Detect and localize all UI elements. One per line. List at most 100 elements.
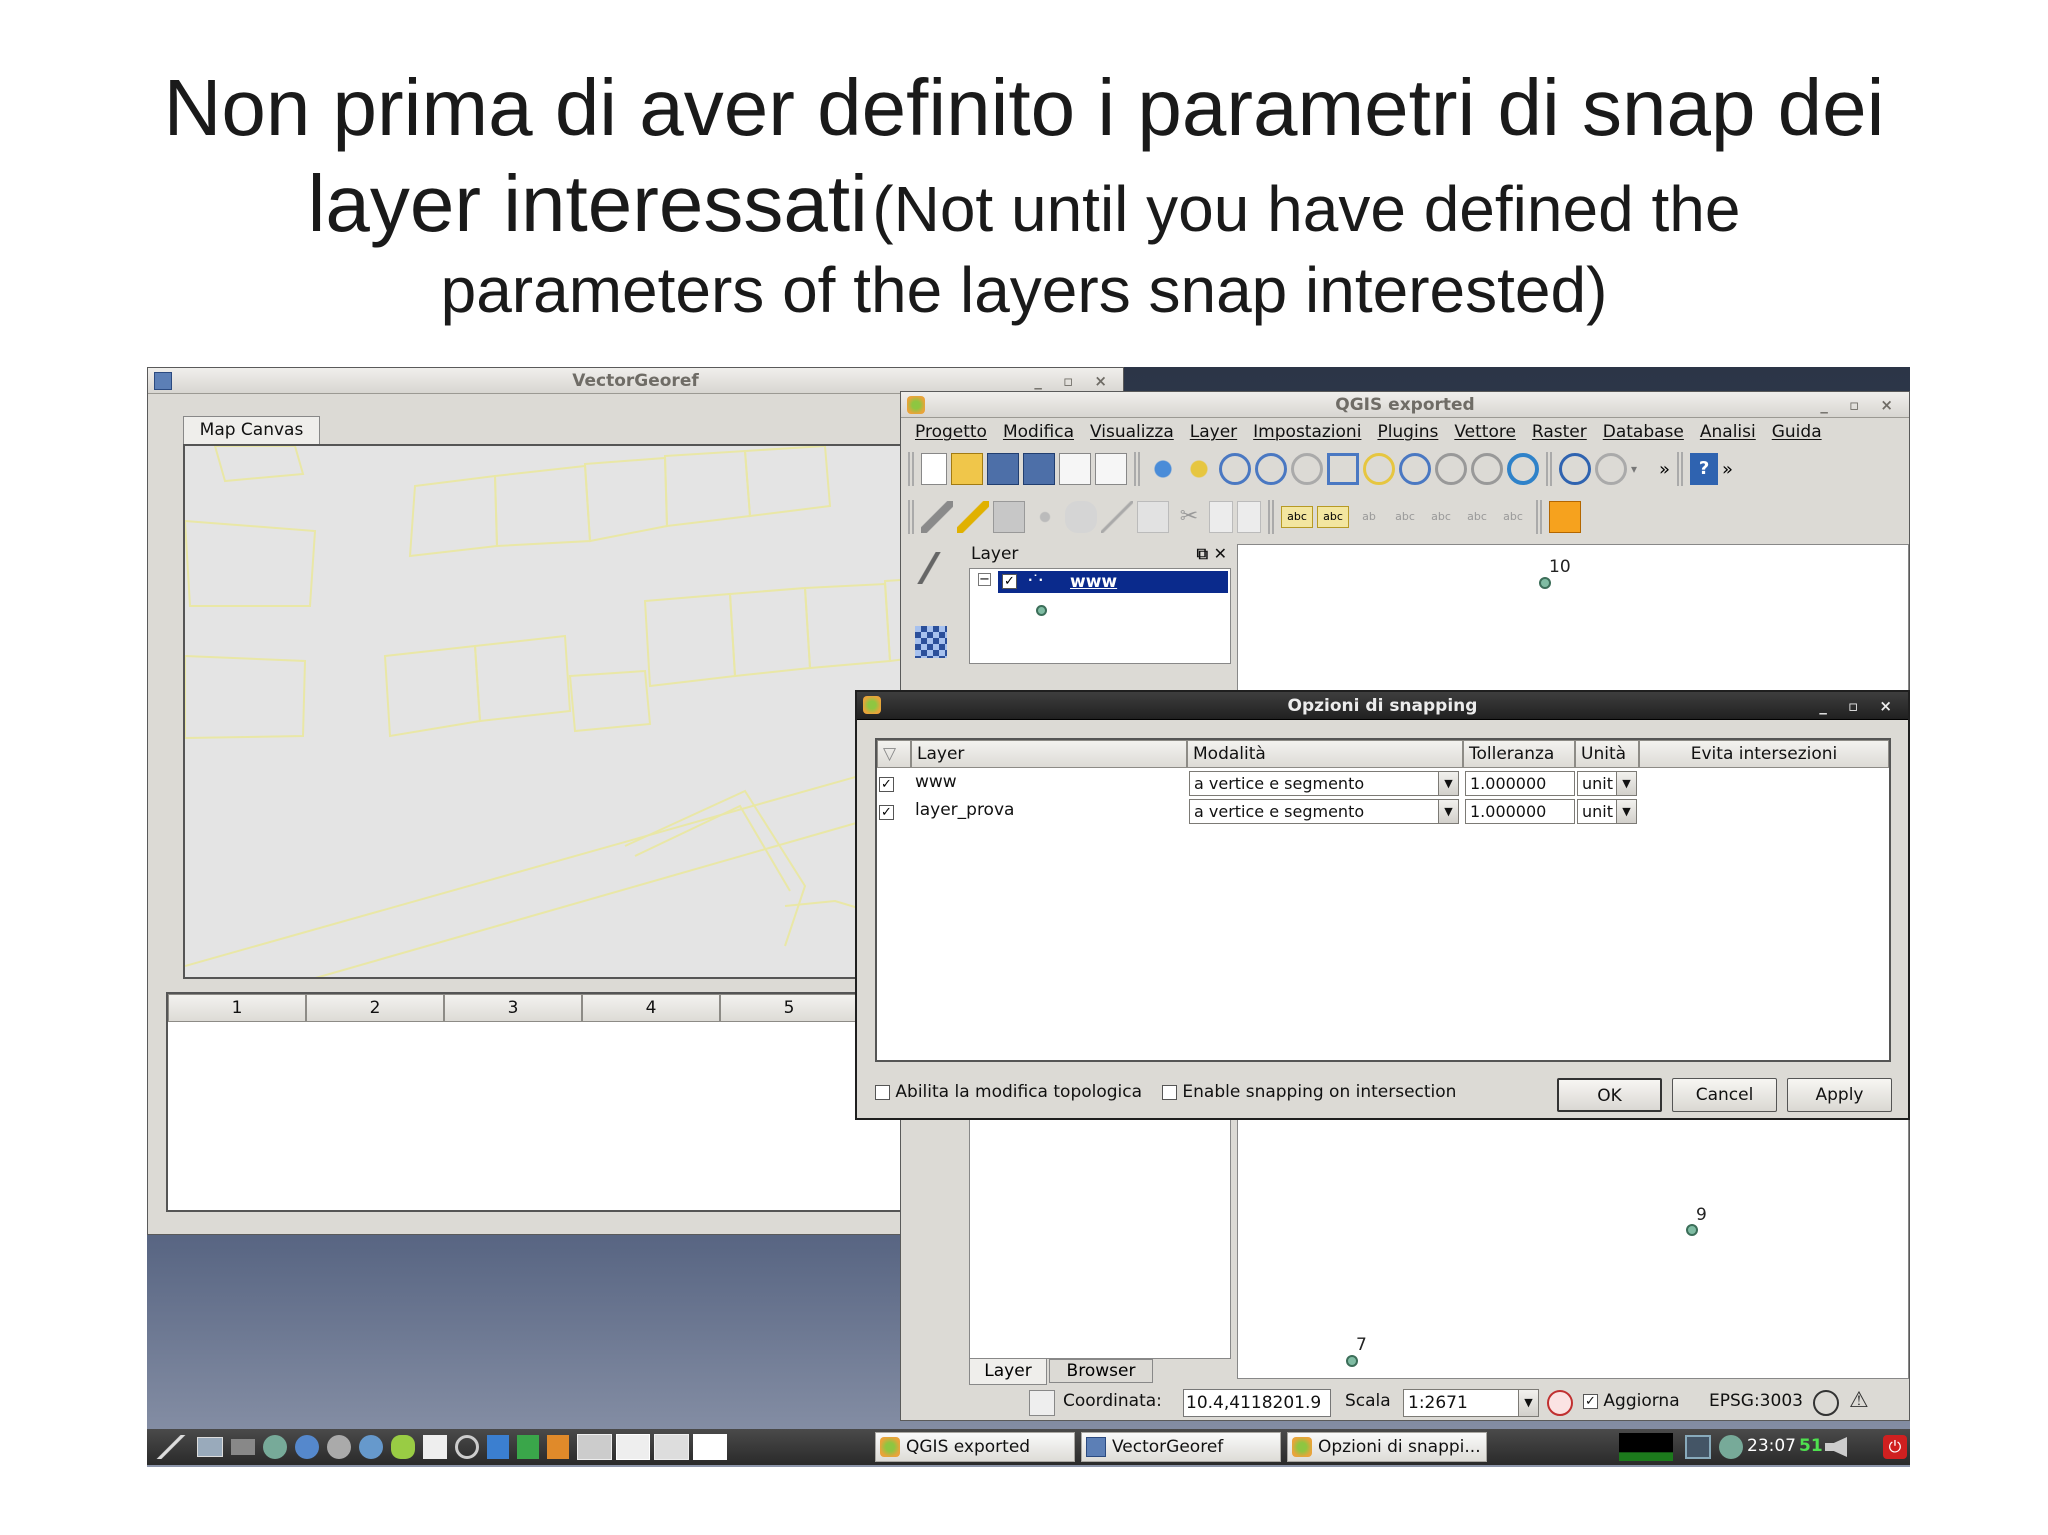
composer-manager-icon[interactable]	[1095, 453, 1127, 485]
launcher-icon[interactable]	[231, 1439, 255, 1455]
window-controls[interactable]: _ ▫ ×	[1819, 692, 1900, 720]
workspace-3[interactable]	[654, 1434, 689, 1460]
menu-raster[interactable]: Raster	[1524, 420, 1595, 446]
row-enabled-checkbox[interactable]: ✓	[879, 777, 894, 792]
map-point-7[interactable]	[1346, 1355, 1358, 1367]
add-raster-layer-icon[interactable]	[915, 626, 947, 658]
column-mode[interactable]: Modalità	[1187, 740, 1463, 768]
launcher-icon[interactable]	[359, 1435, 383, 1459]
table-column-2[interactable]: 2	[306, 994, 444, 1022]
launcher-icon[interactable]	[327, 1435, 351, 1459]
cut-features-icon[interactable]: ✂	[1173, 501, 1205, 533]
scale-combo[interactable]: 1:2671 ▼	[1403, 1389, 1539, 1417]
row-unit-select[interactable]: unit ▼	[1577, 771, 1637, 796]
row-enabled-checkbox[interactable]: ✓	[879, 805, 894, 820]
impress-launcher-icon[interactable]	[547, 1435, 569, 1459]
zoom-full-icon[interactable]	[1327, 453, 1359, 485]
toolbar-handle[interactable]	[1546, 452, 1552, 486]
open-project-icon[interactable]	[951, 453, 983, 485]
help-icon[interactable]: ?	[1690, 453, 1719, 485]
georeferencer-plugin-icon[interactable]	[1549, 501, 1581, 533]
volume-icon[interactable]	[1825, 1437, 1847, 1457]
workspace-2[interactable]	[615, 1434, 650, 1460]
save-project-icon[interactable]	[987, 453, 1019, 485]
rotate-label-icon[interactable]: abc	[1461, 501, 1493, 533]
clock[interactable]: 23:07	[1747, 1436, 1796, 1456]
layer-tree[interactable]: − ✓ ·˙· www	[969, 568, 1231, 664]
zoom-next-icon[interactable]	[1471, 453, 1503, 485]
toolbar-handle[interactable]	[1134, 452, 1140, 486]
launcher-icon[interactable]	[263, 1435, 287, 1459]
collapse-icon[interactable]: −	[978, 573, 991, 586]
table-column-3[interactable]: 3	[444, 994, 582, 1022]
delete-selected-icon[interactable]	[1137, 501, 1169, 533]
new-print-composer-icon[interactable]	[1059, 453, 1091, 485]
paste-features-icon[interactable]	[1237, 501, 1261, 533]
save-edits-icon[interactable]	[993, 501, 1025, 533]
tab-layer[interactable]: Layer	[969, 1359, 1047, 1385]
window-controls[interactable]: _ ▫ ×	[1820, 392, 1901, 418]
show-desktop-icon[interactable]	[197, 1437, 223, 1457]
menu-layer[interactable]: Layer	[1182, 420, 1245, 446]
launcher-icon[interactable]	[295, 1435, 319, 1459]
menu-database[interactable]: Database	[1595, 420, 1692, 446]
menu-plugins[interactable]: Plugins	[1369, 420, 1446, 446]
new-project-icon[interactable]	[921, 453, 947, 485]
table-row[interactable]: ✓ layer_prova a vertice e segmento ▼ 1.0…	[877, 798, 1889, 826]
refresh-toggle[interactable]: ✓ Aggiorna	[1583, 1391, 1680, 1411]
copy-features-icon[interactable]	[1209, 501, 1233, 533]
toolbar-overflow-icon[interactable]: »	[1659, 459, 1670, 480]
topological-editing-checkbox[interactable]	[875, 1084, 890, 1100]
select-all-header[interactable]: ▽	[877, 740, 911, 768]
task-snapping-options[interactable]: Opzioni di snappi...	[1287, 1432, 1487, 1462]
pan-icon[interactable]	[1147, 453, 1179, 485]
menu-vettore[interactable]: Vettore	[1446, 420, 1524, 446]
map-point-9[interactable]	[1686, 1224, 1698, 1236]
toolbar-handle[interactable]	[908, 452, 914, 486]
snapping-layer-table[interactable]: ▽ Layer Modalità Tolleranza Unità Evita …	[875, 738, 1891, 1062]
snap-intersection-option[interactable]: Enable snapping on intersection	[1162, 1082, 1456, 1102]
crs-status[interactable]: EPSG:3003	[1709, 1391, 1803, 1411]
tab-map-canvas[interactable]: Map Canvas	[183, 416, 320, 444]
ok-button[interactable]: OK	[1557, 1078, 1662, 1112]
layer-labeling-icon[interactable]: abc	[1317, 506, 1349, 528]
toggle-editing-icon[interactable]	[957, 501, 989, 533]
start-menu-icon[interactable]	[153, 1435, 189, 1459]
snapping-dialog-titlebar[interactable]: Opzioni di snapping _ ▫ ×	[857, 692, 1908, 720]
menu-impostazioni[interactable]: Impostazioni	[1245, 420, 1369, 446]
coordinate-field[interactable]: 10.4,4118201.9	[1183, 1389, 1331, 1417]
close-icon[interactable]: ⧉ ✕	[1197, 544, 1227, 564]
snap-intersection-checkbox[interactable]	[1162, 1084, 1177, 1100]
show-hide-labels-icon[interactable]: abc	[1389, 501, 1421, 533]
column-unit[interactable]: Unità	[1575, 740, 1639, 768]
layer-panel-titlebar[interactable]: Layer ⧉ ✕	[969, 544, 1231, 566]
zoom-selection-icon[interactable]	[1363, 453, 1395, 485]
update-icon[interactable]	[1719, 1435, 1743, 1459]
workspace-1[interactable]	[577, 1434, 612, 1460]
column-tolerance[interactable]: Tolleranza	[1463, 740, 1575, 768]
move-feature-icon[interactable]	[1101, 501, 1133, 533]
toolbar-handle[interactable]	[908, 500, 914, 534]
pin-labels-icon[interactable]: ab	[1353, 501, 1385, 533]
table-column-4[interactable]: 4	[582, 994, 720, 1022]
change-label-icon[interactable]: abc	[1497, 501, 1529, 533]
toolbar-handle[interactable]	[1677, 452, 1684, 486]
tab-browser[interactable]: Browser	[1049, 1359, 1153, 1383]
workspace-switcher[interactable]	[577, 1434, 727, 1460]
column-avoid-intersections[interactable]: Evita intersezioni	[1639, 740, 1889, 768]
zoom-out-icon[interactable]	[1255, 453, 1287, 485]
toolbar-overflow-icon[interactable]: »	[1722, 459, 1733, 480]
table-column-5[interactable]: 5	[720, 994, 858, 1022]
apply-button[interactable]: Apply	[1787, 1078, 1892, 1112]
layer-item-www[interactable]: ✓ ·˙· www	[998, 571, 1228, 593]
toolbar-handle[interactable]	[1268, 500, 1274, 534]
row-mode-select[interactable]: a vertice e segmento ▼	[1189, 799, 1459, 824]
network-icon[interactable]	[1685, 1435, 1711, 1459]
menu-analisi[interactable]: Analisi	[1692, 420, 1764, 446]
add-feature-icon[interactable]	[1029, 501, 1061, 533]
identify-icon[interactable]	[1559, 453, 1591, 485]
label-icon[interactable]: abc	[1281, 506, 1313, 528]
launcher-icon[interactable]	[455, 1435, 479, 1459]
cancel-button[interactable]: Cancel	[1672, 1078, 1777, 1112]
layer-visibility-checkbox[interactable]: ✓	[1002, 574, 1017, 589]
